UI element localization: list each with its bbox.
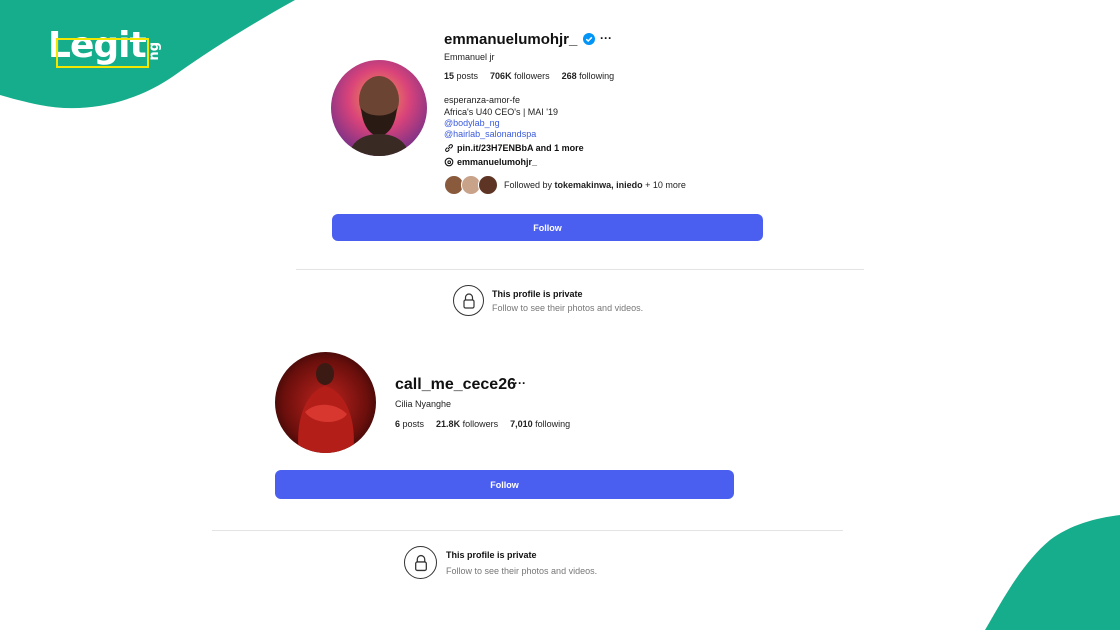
followers-stat[interactable]: 21.8K followers — [436, 419, 498, 429]
private-profile-title: This profile is private — [446, 550, 537, 560]
profile-username[interactable]: emmanuelumohjr_ — [444, 31, 577, 48]
profile-stats: 15 posts 706K followers 268 following — [444, 71, 614, 81]
bio-line: esperanza-amor-fe — [444, 95, 521, 105]
mention-link[interactable]: @hairlab_salonandspa — [444, 129, 536, 139]
more-options-icon[interactable]: ··· — [514, 376, 526, 390]
follow-button[interactable]: Follow — [332, 214, 763, 241]
profile-full-name: Emmanuel jr — [444, 52, 495, 62]
legit-logo: Legit ng — [48, 28, 162, 68]
external-link[interactable]: pin.it/23H7ENBbA and 1 more — [444, 143, 584, 153]
external-link-text: pin.it/23H7ENBbA and 1 more — [457, 143, 584, 153]
profile-avatar[interactable] — [331, 60, 427, 156]
logo-frame — [56, 38, 149, 68]
profile-stats: 6 posts 21.8K followers 7,010 following — [395, 419, 570, 429]
link-icon — [445, 144, 453, 152]
posts-stat: 15 posts — [444, 71, 479, 81]
threads-link[interactable]: emmanuelumohjr_ — [444, 157, 537, 167]
threads-icon — [444, 157, 454, 167]
profile-username[interactable]: call_me_cece26 — [395, 376, 516, 394]
private-profile-subtitle: Follow to see their photos and videos. — [492, 303, 644, 313]
lock-icon — [404, 546, 437, 579]
section-divider — [296, 269, 864, 270]
following-stat[interactable]: 7,010 following — [510, 419, 570, 429]
more-options-icon[interactable]: ··· — [600, 31, 612, 45]
followed-by[interactable]: Followed by tokemakinwa, iniedo + 10 mor… — [444, 175, 686, 195]
section-divider — [212, 530, 843, 531]
bio-line: Africa's U40 CEO's | MAI '19 — [444, 107, 559, 117]
following-stat[interactable]: 268 following — [562, 71, 615, 81]
threads-handle: emmanuelumohjr_ — [457, 157, 538, 167]
private-profile-subtitle: Follow to see their photos and videos. — [446, 566, 598, 576]
lock-icon — [453, 285, 484, 316]
logo-suffix: ng — [146, 41, 162, 61]
profile-full-name: Cilia Nyanghe — [395, 399, 452, 409]
private-profile-title: This profile is private — [492, 289, 583, 299]
mention-link[interactable]: @bodylab_ng — [444, 118, 500, 128]
profile-avatar[interactable] — [275, 352, 376, 453]
verified-badge-icon — [583, 33, 595, 45]
follow-button[interactable]: Follow — [275, 470, 734, 499]
posts-stat: 6 posts — [395, 419, 425, 429]
followed-by-text: Followed by tokemakinwa, iniedo + 10 mor… — [504, 180, 686, 190]
follower-avatar — [478, 175, 498, 195]
followers-stat[interactable]: 706K followers — [490, 71, 550, 81]
bottom-right-brand-shape — [985, 515, 1120, 630]
